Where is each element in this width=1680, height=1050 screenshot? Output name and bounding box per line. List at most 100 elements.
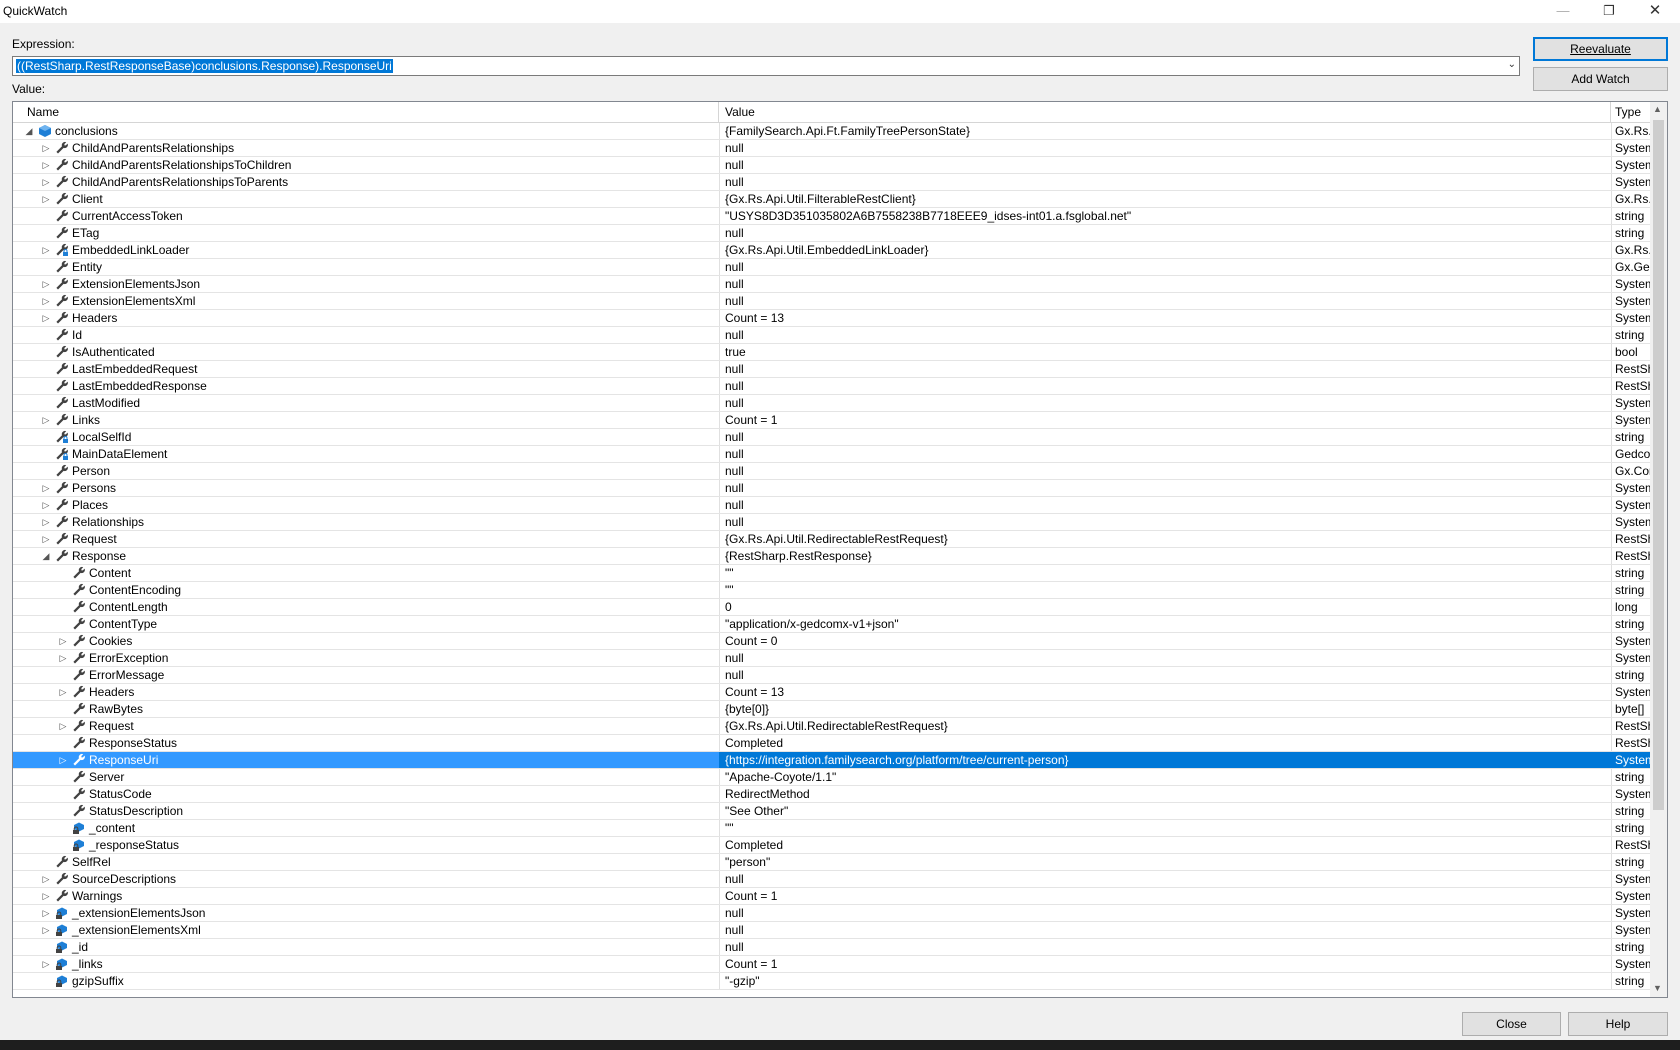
table-row[interactable]: ▷_extensionElementsXmlnullSystem.C — [13, 922, 1661, 939]
value-cell[interactable]: Count = 13 — [719, 310, 1612, 326]
value-cell[interactable]: null — [719, 174, 1612, 190]
expand-icon[interactable]: ▷ — [57, 718, 69, 734]
value-cell[interactable]: null — [719, 480, 1612, 496]
value-cell[interactable]: {Gx.Rs.Api.Util.RedirectableRestRequest} — [719, 531, 1612, 547]
value-cell[interactable]: null — [719, 293, 1612, 309]
watch-grid[interactable]: Name Value Type ◢ conclusions {FamilySearc… — [12, 101, 1668, 998]
table-row[interactable]: ▷CookiesCount = 0System.C — [13, 633, 1661, 650]
expand-icon[interactable]: ▷ — [40, 514, 52, 530]
minimize-icon[interactable]: — — [1540, 0, 1586, 23]
table-row[interactable]: SelfRel "person"⌕ ▾string — [13, 854, 1650, 871]
expand-icon[interactable]: ▷ — [40, 242, 52, 258]
value-cell[interactable]: "USYS8D3D351035802A6B7558238B7718EEE9_id… — [719, 208, 1612, 224]
value-cell[interactable]: null — [719, 429, 1612, 445]
value-cell[interactable]: ""⌕ ▾ — [719, 582, 1612, 598]
close-window-icon[interactable]: ✕ — [1632, 0, 1678, 23]
table-row[interactable]: ◢ conclusions {FamilySearch.Api.Ft.FamilyT… — [13, 123, 1661, 140]
table-row[interactable]: ▷LinksCount = 1System.C — [13, 412, 1661, 429]
scroll-down-icon[interactable]: ▼ — [1653, 983, 1662, 993]
value-cell[interactable]: null — [719, 259, 1612, 275]
value-cell[interactable]: null — [719, 140, 1612, 156]
table-row[interactable]: ▷PersonsnullSystem.C — [13, 480, 1661, 497]
table-row[interactable]: RawBytes {byte[0]} byte[] — [13, 701, 1650, 718]
value-cell[interactable]: null — [719, 650, 1612, 666]
value-cell[interactable]: null — [719, 327, 1612, 343]
table-row[interactable]: _id null string — [13, 939, 1650, 956]
expand-icon[interactable]: ▷ — [40, 888, 52, 904]
column-header-name[interactable]: Name — [13, 102, 719, 122]
table-row[interactable]: ▷PlacesnullSystem.C — [13, 497, 1661, 514]
value-cell[interactable]: ""⌕ ▾ — [719, 820, 1612, 836]
collapse-icon[interactable]: ◢ — [40, 548, 52, 564]
expand-icon[interactable]: ▷ — [57, 650, 69, 666]
value-cell[interactable]: Completed — [719, 837, 1612, 853]
table-row[interactable]: gzipSuffix "-gzip"⌕ ▾string — [13, 973, 1650, 990]
value-cell[interactable]: null — [719, 395, 1612, 411]
value-cell[interactable]: {Gx.Rs.Api.Util.FilterableRestClient} — [719, 191, 1612, 207]
add-watch-button[interactable]: Add Watch — [1533, 67, 1668, 91]
column-header-value[interactable]: Value — [719, 102, 1611, 122]
value-cell[interactable]: Count = 1 — [719, 956, 1612, 972]
value-cell[interactable]: {FamilySearch.Api.Ft.FamilyTreePersonSta… — [719, 123, 1612, 139]
value-cell[interactable]: Count = 1 — [719, 888, 1612, 904]
table-row[interactable]: ▷ EmbeddedLinkLoader {Gx.Rs.Api.Util.Embed… — [13, 242, 1661, 259]
table-row[interactable]: Content ""⌕ ▾string — [13, 565, 1650, 582]
chevron-down-icon[interactable]: ⌄ — [1508, 59, 1516, 70]
table-row[interactable]: Person null Gx.Conc — [13, 463, 1661, 480]
table-row[interactable]: ▷ Request {Gx.Rs.Api.Util.RedirectableRest… — [13, 718, 1661, 735]
table-row[interactable]: ContentEncoding ""⌕ ▾string — [13, 582, 1650, 599]
value-cell[interactable]: null — [719, 276, 1612, 292]
expand-icon[interactable]: ▷ — [57, 633, 69, 649]
value-cell[interactable]: null — [719, 225, 1612, 241]
value-cell[interactable]: "application/x-gedcomx-v1+json"⌕ ▾ — [719, 616, 1612, 632]
value-cell[interactable]: true — [719, 344, 1612, 360]
expand-icon[interactable]: ▷ — [40, 956, 52, 972]
table-row[interactable]: CurrentAccessToken "USYS8D3D351035802A6B7… — [13, 208, 1650, 225]
expand-icon[interactable]: ▷ — [57, 684, 69, 700]
table-row[interactable]: ErrorMessage null string — [13, 667, 1650, 684]
help-button[interactable]: Help — [1568, 1012, 1668, 1036]
table-row[interactable]: Id null string — [13, 327, 1650, 344]
table-row[interactable]: _content ""⌕ ▾string — [13, 820, 1650, 837]
value-cell[interactable]: Count = 0 — [719, 633, 1612, 649]
value-cell[interactable]: {Gx.Rs.Api.Util.RedirectableRestRequest} — [719, 718, 1612, 734]
table-row[interactable]: ▷ Request {Gx.Rs.Api.Util.RedirectableRest… — [13, 531, 1661, 548]
value-cell[interactable]: null — [719, 922, 1612, 938]
table-row[interactable]: ▷ ChildAndParentsRelationshipsToParents nu… — [13, 174, 1661, 191]
table-row[interactable]: ▷RelationshipsnullSystem.C — [13, 514, 1661, 531]
value-cell[interactable]: null — [719, 497, 1612, 513]
table-row[interactable]: ContentLength 0 long — [13, 599, 1650, 616]
table-row[interactable]: ▷ ChildAndParentsRelationshipsToChildren n… — [13, 157, 1661, 174]
table-row[interactable]: IsAuthenticated true bool — [13, 344, 1650, 361]
expand-icon[interactable]: ▷ — [40, 905, 52, 921]
table-row[interactable]: ▷ChildAndParentsRelationshipsnullSystem.… — [13, 140, 1661, 157]
table-row[interactable]: ▷ExtensionElementsXmlnullSystem.C — [13, 293, 1661, 310]
vertical-scrollbar[interactable]: ▲ ▼ — [1650, 102, 1667, 997]
expand-icon[interactable]: ▷ — [40, 293, 52, 309]
expand-icon[interactable]: ▷ — [40, 480, 52, 496]
value-cell[interactable]: null — [719, 667, 1612, 683]
expand-icon[interactable]: ▷ — [40, 871, 52, 887]
table-row[interactable]: Server "Apache-Coyote/1.1"⌕ ▾string — [13, 769, 1650, 786]
table-row[interactable]: ▷ExtensionElementsJsonnullSystem.C — [13, 276, 1661, 293]
expand-icon[interactable]: ▷ — [40, 140, 52, 156]
value-cell[interactable]: 0 — [719, 599, 1612, 615]
value-cell[interactable]: null — [719, 939, 1612, 955]
expand-icon[interactable]: ▷ — [40, 412, 52, 428]
table-row[interactable]: ContentType "application/x-gedcomx-v1+jso… — [13, 616, 1650, 633]
reevaluate-button[interactable]: Reevaluate — [1533, 37, 1668, 61]
value-cell[interactable]: null — [719, 514, 1612, 530]
scroll-thumb[interactable] — [1653, 120, 1664, 810]
value-cell[interactable]: {Gx.Rs.Api.Util.EmbeddedLinkLoader} — [719, 242, 1612, 258]
value-cell[interactable]: "-gzip"⌕ ▾ — [719, 973, 1612, 989]
expression-combobox[interactable]: ((RestSharp.RestResponseBase)conclusions… — [12, 56, 1520, 76]
expand-icon[interactable]: ▷ — [40, 310, 52, 326]
table-row[interactable]: ▷HeadersCount = 13System.C — [13, 684, 1661, 701]
table-row[interactable]: ResponseStatus Completed RestShar — [13, 735, 1661, 752]
value-cell[interactable]: null — [719, 871, 1612, 887]
table-row[interactable]: _responseStatus Completed RestShar — [13, 837, 1661, 854]
expression-input[interactable]: ((RestSharp.RestResponseBase)conclusions… — [16, 59, 393, 73]
value-cell[interactable]: Completed — [719, 735, 1612, 751]
table-row[interactable]: ◢ Response {RestSharp.RestResponse} RestSha… — [13, 548, 1661, 565]
table-row[interactable]: ▷_extensionElementsJsonnullSystem.C — [13, 905, 1661, 922]
